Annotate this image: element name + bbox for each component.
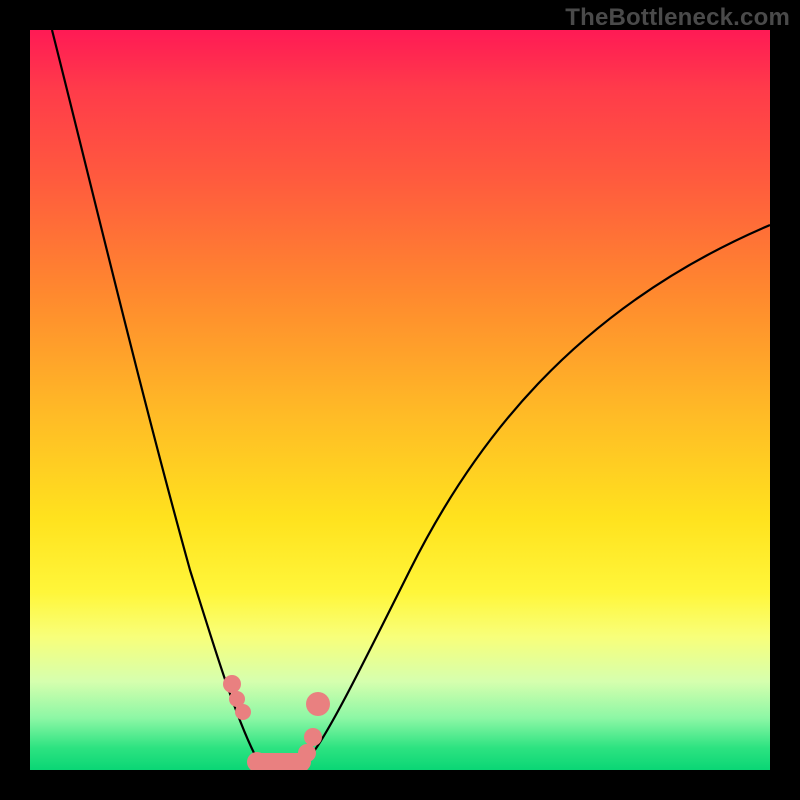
bead (304, 728, 322, 746)
watermark-text: TheBottleneck.com (565, 4, 790, 32)
plot-area (30, 30, 770, 770)
bead (298, 744, 316, 762)
bead (235, 704, 251, 720)
bottleneck-curve (52, 30, 770, 768)
chart-svg (30, 30, 770, 770)
bead (306, 692, 330, 716)
bead-cluster (223, 675, 330, 770)
outer-frame: TheBottleneck.com (0, 0, 800, 800)
bead (223, 675, 241, 693)
